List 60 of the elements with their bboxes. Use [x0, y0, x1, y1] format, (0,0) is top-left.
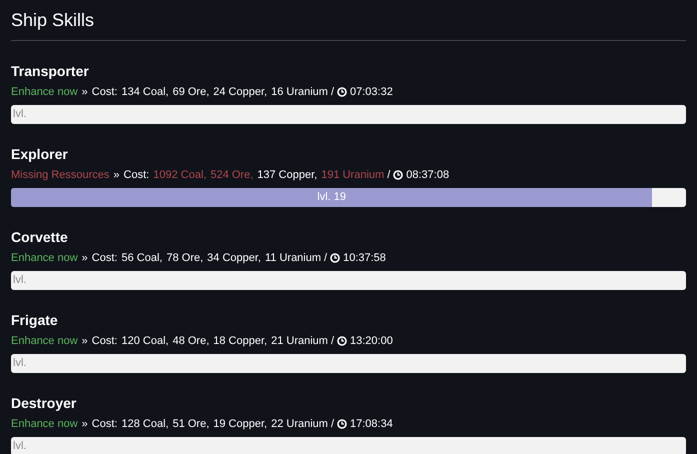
cost-item: 21 Uranium — [271, 334, 328, 348]
level-label: lvl. — [13, 356, 26, 371]
slash-text: / — [330, 417, 334, 431]
cost-item: 191 Uranium — [321, 168, 384, 182]
cost-item: 128 Coal, — [121, 417, 169, 431]
cost-item: 78 Ore, — [166, 251, 204, 265]
cost-label: Cost: — [92, 417, 118, 431]
skill-name: Explorer — [11, 146, 68, 163]
clock-icon — [337, 336, 348, 346]
cost-item: 524 Ore, — [210, 168, 254, 182]
separator-text: » — [82, 417, 88, 431]
time-text: 17:08:34 — [350, 417, 393, 431]
cost-item: 16 Uranium — [271, 85, 328, 99]
level-label: lvl. 19 — [317, 190, 346, 205]
status-link[interactable]: Enhance now — [11, 251, 78, 265]
skill-name: Corvette — [11, 229, 68, 246]
clock-icon — [337, 87, 348, 97]
cost-item: 11 Uranium — [264, 251, 322, 265]
cost-item: 137 Copper, — [257, 168, 318, 182]
cost-item: 134 Coal, — [121, 85, 169, 99]
time-text: 07:03:32 — [350, 85, 393, 99]
slash-text: / — [330, 334, 334, 348]
level-label: lvl. — [13, 273, 26, 288]
slash-text: / — [324, 251, 328, 265]
separator-text: » — [82, 251, 88, 265]
cost-item: 69 Ore, — [172, 85, 210, 99]
cost-item: 51 Ore, — [172, 417, 210, 431]
cost-item: 48 Ore, — [172, 334, 210, 348]
cost-item: 24 Copper, — [213, 85, 268, 99]
clock-icon — [330, 253, 340, 263]
clock-icon — [337, 419, 348, 429]
cost-item: 56 Coal, — [121, 251, 162, 265]
time-text: 08:37:08 — [406, 168, 450, 182]
status-link[interactable]: Enhance now — [11, 417, 78, 431]
cost-item: 18 Copper, — [213, 334, 268, 348]
time-text: 10:37:58 — [343, 251, 386, 265]
cost-item: 1092 Coal, — [153, 168, 206, 182]
time-text: 13:20:00 — [350, 334, 393, 348]
cost-item: 19 Copper, — [213, 417, 268, 431]
page-title: Ship Skills — [10, 9, 96, 32]
separator-text: » — [113, 168, 120, 182]
level-label: lvl. — [13, 107, 26, 122]
cost-label: Cost: — [92, 251, 118, 265]
clock-icon — [393, 170, 404, 180]
skill-name: Transporter — [11, 63, 89, 80]
skill-name: Destroyer — [11, 395, 76, 412]
separator-text: » — [82, 85, 88, 99]
cost-label: Cost: — [92, 334, 118, 348]
cost-item: 34 Copper, — [207, 251, 261, 265]
cost-label: Cost: — [124, 168, 150, 182]
slash-text: / — [330, 85, 334, 99]
status-link[interactable]: Enhance now — [11, 334, 78, 348]
skill-name: Frigate — [11, 312, 58, 329]
cost-label: Cost: — [92, 85, 118, 99]
cost-item: 120 Coal, — [121, 334, 169, 348]
cost-item: 22 Uranium — [271, 417, 328, 431]
level-label: lvl. — [13, 439, 26, 454]
slash-text: / — [387, 168, 390, 182]
status-link[interactable]: Enhance now — [11, 85, 78, 99]
separator-text: » — [82, 334, 88, 348]
